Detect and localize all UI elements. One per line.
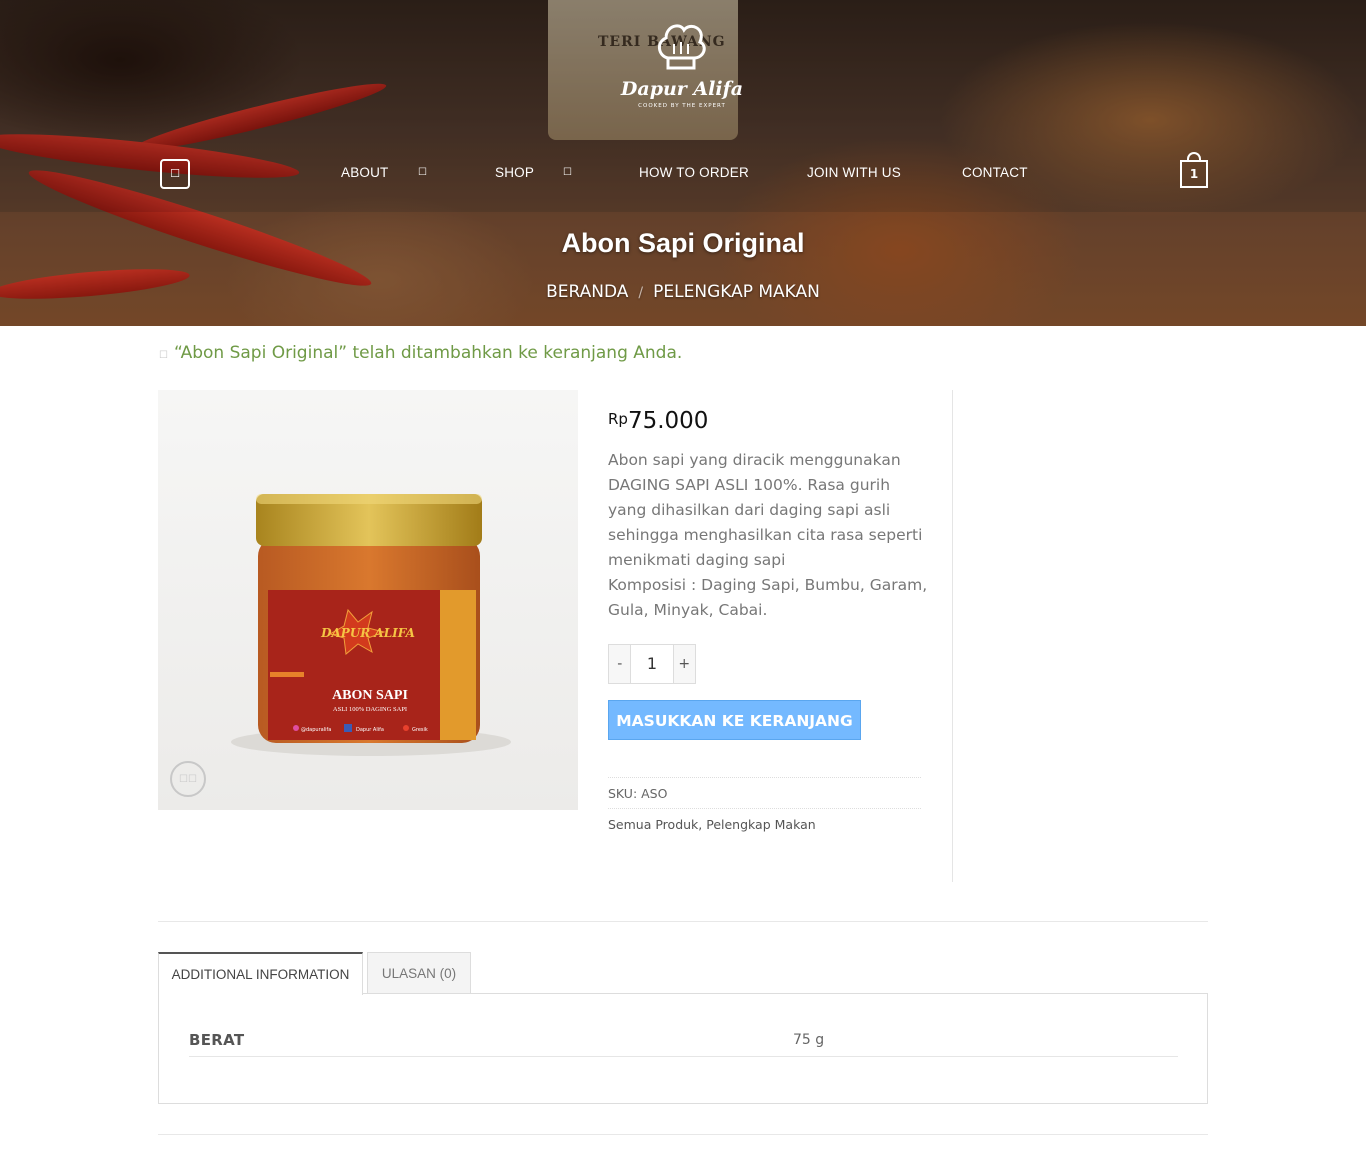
divider [608,777,921,778]
logo-tagline: COOKED BY THE EXPERT [638,103,726,109]
nav-item-contact[interactable]: CONTACT [962,165,1028,180]
page-title: Abon Sapi Original [561,228,805,258]
jar-instagram-text: @dapuralifa [301,727,331,733]
tab-reviews[interactable]: ULASAN (0) [367,952,471,994]
breadcrumb-home-link[interactable]: BERANDA [546,282,628,302]
product-jar-illustration: DAPUR ALIFA ABON SAPI ASLI 100% DAGING S… [231,494,511,756]
divider [158,921,1208,922]
jar-product-name-text: ABON SAPI [332,688,408,703]
add-to-cart-button[interactable]: MASUKKAN KE KERANJANG [608,700,861,740]
chevron-down-icon[interactable]: ☐ [418,167,427,178]
product-description: Abon sapi yang diracik menggunakan DAGIN… [608,448,928,623]
jar-brand-text: DAPUR ALIFA [320,626,415,640]
description-composition: Komposisi : Daging Sapi, Bumbu, Garam, G… [608,576,928,619]
divider [608,808,921,809]
notice-text: “Abon Sapi Original” telah ditambahkan k… [173,343,683,363]
logo-name: Dapur Alifa [620,78,744,100]
tab-panel [158,993,1208,1104]
site-logo[interactable]: Dapur Alifa COOKED BY THE EXPERT [620,18,744,120]
product-sku: SKU: ASO [608,786,668,801]
price-currency: Rp [608,410,628,428]
jar-subtitle-text: ASLI 100% DAGING SAPI [333,706,407,713]
product-price: Rp75.000 [608,408,708,434]
quantity-input[interactable]: 1 [630,645,674,683]
quantity-minus-button[interactable]: - [609,645,631,683]
breadcrumb: BERANDA / PELENGKAP MAKAN [0,282,1366,302]
breadcrumb-category-link[interactable]: PELENGKAP MAKAN [653,282,820,302]
chef-hat-icon [658,24,706,70]
check-icon: ☐ [159,350,168,361]
divider [189,1056,1178,1057]
nav-item-about[interactable]: ABOUT [341,165,389,180]
product-categories[interactable]: Semua Produk, Pelengkap Makan [608,817,816,832]
chevron-down-icon[interactable]: ☐ [563,167,572,178]
breadcrumb-separator: / [638,285,644,301]
cart-count: 1 [1189,167,1199,181]
description-paragraph: Abon sapi yang diracik menggunakan DAGIN… [608,451,923,569]
jar-facebook-text: Dapur Alifa [356,727,384,733]
zoom-icon: ☐☐ [179,774,197,785]
zoom-button[interactable]: ☐☐ [170,761,206,797]
cart-button[interactable]: 1 [1180,160,1208,188]
product-image[interactable]: DAPUR ALIFA ABON SAPI ASLI 100% DAGING S… [158,390,578,810]
divider [158,1134,1208,1135]
tab-additional-information[interactable]: ADDITIONAL INFORMATION [158,952,363,995]
nav-item-shop[interactable]: SHOP [495,165,534,180]
nav-item-how-to-order[interactable]: HOW TO ORDER [639,165,749,180]
quantity-stepper: - 1 + [608,644,696,684]
menu-toggle-button[interactable]: ☐ [160,159,190,189]
menu-icon: ☐ [170,167,180,180]
nav-item-join-with-us[interactable]: JOIN WITH US [807,165,901,180]
price-amount: 75.000 [627,408,709,434]
jar-location-text: Gresik [412,727,428,733]
sidebar-divider [952,390,953,882]
attribute-value: 75 g [793,1032,825,1048]
attribute-label: BERAT [189,1031,245,1049]
cart-added-notice: ☐ “Abon Sapi Original” telah ditambahkan … [159,343,682,363]
quantity-plus-button[interactable]: + [673,645,695,683]
